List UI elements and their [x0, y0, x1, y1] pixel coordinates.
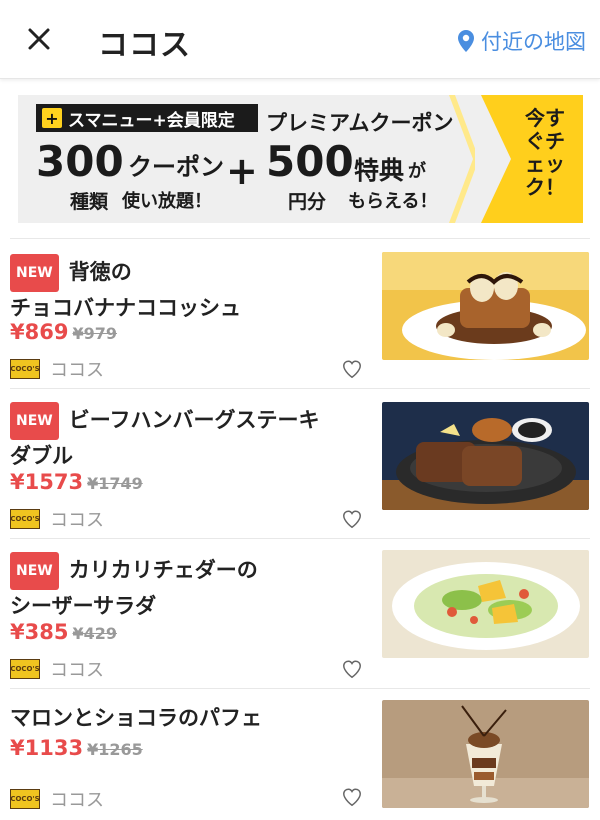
- brand-row: COCO'S ココス: [10, 506, 104, 532]
- menu-item[interactable]: NEW ビーフハンバーグステーキ ダブル ¥1573 ¥1749 COCO'S ココ…: [0, 388, 600, 538]
- brand-name: ココス: [50, 360, 104, 381]
- app-header: ココス 付近の地図: [0, 0, 600, 79]
- item-name: NEW カリカリチェダーの シーザーサラダ: [10, 552, 360, 622]
- plus-sign: +: [226, 149, 258, 193]
- chocolate-banana-pancake-image: [382, 252, 589, 360]
- sale-price: ¥385: [10, 620, 69, 644]
- cocos-logo: COCO'S: [10, 659, 40, 679]
- new-badge: NEW: [10, 254, 59, 292]
- coupon-count: 300: [36, 137, 124, 186]
- item-name: NEW ビーフハンバーグステーキ ダブル: [10, 402, 360, 472]
- moraeru-label: もらえる！: [348, 191, 438, 212]
- item-name: NEW 背徳の チョコバナナココッシュ: [10, 254, 360, 324]
- hamburg-steak-image: [382, 402, 589, 510]
- kinds-label: 種類: [70, 191, 109, 213]
- item-name-line1: 背徳の: [68, 260, 132, 284]
- brand-name: ココス: [50, 790, 104, 811]
- favorite-heart-icon[interactable]: [341, 786, 363, 808]
- item-name-line2: チョコバナナココッシュ: [10, 296, 241, 320]
- brand-name: ココス: [50, 510, 104, 531]
- favorite-heart-icon[interactable]: [341, 658, 363, 680]
- brand-row: COCO'S ココス: [10, 656, 104, 682]
- nearby-map-link[interactable]: 付近の地図: [457, 26, 586, 56]
- cocos-logo: COCO'S: [10, 789, 40, 809]
- tokuten-label: 特典: [354, 156, 405, 185]
- new-badge: NEW: [10, 402, 59, 440]
- original-price: ¥1749: [87, 474, 143, 493]
- new-badge: NEW: [10, 552, 59, 590]
- brand-row: COCO'S ココス: [10, 356, 104, 382]
- favorite-heart-icon[interactable]: [341, 508, 363, 530]
- sale-price: ¥1573: [10, 470, 84, 494]
- member-only-tag: + スマニュー+会員限定: [36, 104, 258, 132]
- check-now-label[interactable]: 今すぐチェック！: [525, 107, 565, 199]
- sale-price: ¥1133: [10, 736, 84, 760]
- item-name-line2: ダブル: [10, 444, 73, 468]
- ga-label: が: [408, 161, 426, 182]
- original-price: ¥979: [72, 324, 117, 343]
- price-row: ¥385 ¥429: [10, 620, 117, 644]
- menu-item[interactable]: NEW カリカリチェダーの シーザーサラダ ¥385 ¥429 COCO'S ココス: [0, 538, 600, 688]
- original-price: ¥1265: [87, 740, 143, 759]
- page-title: ココス: [98, 28, 191, 63]
- brand-name: ココス: [50, 660, 104, 681]
- bonus-amount: 500: [266, 137, 354, 186]
- item-name: マロンとショコラのパフェ: [10, 706, 262, 730]
- cocos-logo: COCO'S: [10, 359, 40, 379]
- sale-price: ¥869: [10, 320, 69, 344]
- unlimited-label: 使い放題！: [122, 191, 212, 212]
- brand-row: COCO'S ココス: [10, 786, 104, 812]
- close-icon[interactable]: [22, 22, 56, 56]
- plus-icon: +: [42, 108, 62, 128]
- menu-item[interactable]: マロンとショコラのパフェ ¥1133 ¥1265 COCO'S ココス: [0, 688, 600, 820]
- yen-worth-label: 円分: [288, 191, 327, 213]
- caesar-salad-image: [382, 550, 589, 658]
- nearby-map-label: 付近の地図: [481, 30, 586, 54]
- price-row: ¥1573 ¥1749: [10, 470, 143, 494]
- menu-item[interactable]: NEW 背徳の チョコバナナココッシュ ¥869 ¥979 COCO'S ココス: [0, 238, 600, 388]
- item-name-line2: シーザーサラダ: [10, 594, 157, 618]
- premium-coupon-banner[interactable]: + スマニュー+会員限定 プレミアムクーポン 300 クーポン 種類 使い放題！…: [18, 95, 583, 223]
- favorite-heart-icon[interactable]: [341, 358, 363, 380]
- price-row: ¥1133 ¥1265: [10, 736, 143, 760]
- member-only-label: スマニュー+会員限定: [68, 110, 235, 131]
- map-pin-icon: [458, 30, 474, 52]
- coupon-label: クーポン: [128, 153, 224, 181]
- item-name-line1: ビーフハンバーグステーキ: [68, 408, 320, 432]
- item-name-line1: カリカリチェダーの: [68, 558, 258, 582]
- price-row: ¥869 ¥979: [10, 320, 117, 344]
- cocos-logo: COCO'S: [10, 509, 40, 529]
- marron-chocolat-parfait-image: [382, 700, 589, 808]
- original-price: ¥429: [72, 624, 117, 643]
- premium-coupon-label: プレミアムクーポン: [266, 111, 454, 135]
